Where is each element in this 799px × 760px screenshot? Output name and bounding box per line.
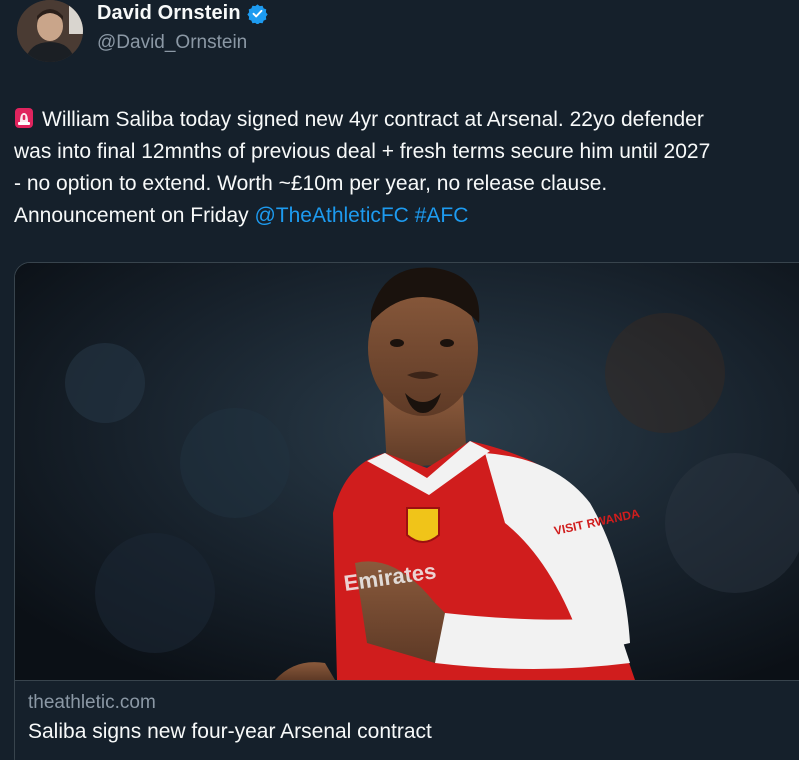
tweet-line-2: was into final 12mnths of previous deal …: [14, 140, 711, 163]
tweet-line-4: Announcement on Friday @TheAthleticFC #A…: [14, 200, 799, 232]
hashtag-link[interactable]: #AFC: [415, 204, 469, 227]
player-photo-icon: Emirates VISIT RWANDA: [15, 263, 799, 680]
tweet[interactable]: David Ornstein @David_Ornstein William S…: [0, 0, 799, 760]
avatar[interactable]: [17, 0, 83, 62]
author-handle[interactable]: @David_Ornstein: [97, 32, 247, 54]
verified-badge-icon: [247, 4, 268, 24]
link-card[interactable]: Emirates VISIT RWANDA theathletic.com Sa…: [14, 262, 799, 760]
display-name[interactable]: David Ornstein: [97, 2, 241, 25]
tweet-line-4-text: Announcement on Friday: [14, 204, 255, 227]
card-footer[interactable]: theathletic.com Saliba signs new four-ye…: [15, 680, 799, 760]
card-image[interactable]: Emirates VISIT RWANDA: [15, 263, 799, 680]
author-name-row[interactable]: David Ornstein: [97, 2, 268, 25]
tweet-line-1: William Saliba today signed new 4yr cont…: [14, 104, 799, 136]
profile-photo-icon: [17, 0, 83, 62]
card-title[interactable]: Saliba signs new four-year Arsenal contr…: [28, 720, 432, 744]
tweet-line-3: - no option to extend. Worth ~£10m per y…: [14, 172, 608, 195]
mention-link[interactable]: @TheAthleticFC: [254, 204, 408, 227]
tweet-text: William Saliba today signed new 4yr cont…: [14, 104, 799, 232]
tweet-line-1-text: William Saliba today signed new 4yr cont…: [42, 108, 704, 131]
card-domain: theathletic.com: [28, 692, 156, 713]
rotating-light-icon: [15, 108, 33, 128]
